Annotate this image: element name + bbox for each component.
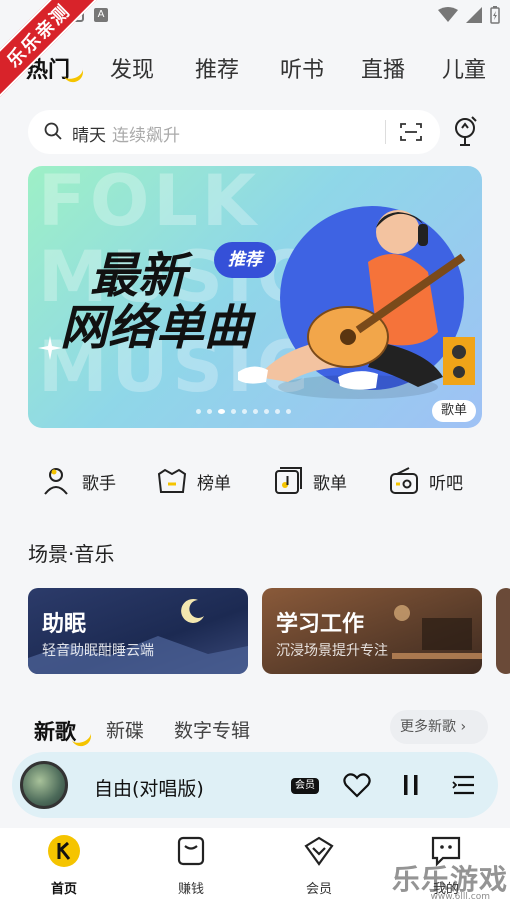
tab-kids[interactable]: 儿童 [442,52,486,84]
tab-new-songs[interactable]: 新歌 [34,716,76,746]
search-icon [44,122,62,140]
scene-card-title: 学习工作 [276,612,365,637]
banner-carousel[interactable]: FOLK MUSIC MUSIC 最新 推荐 网络单曲 歌单 [28,166,482,428]
wifi-icon [438,7,458,22]
nav-vip[interactable]: 会员 [289,834,349,897]
tab-recommend[interactable]: 推荐 [195,52,239,84]
sparkle-icon [38,336,62,360]
scene-card-next[interactable] [496,588,510,674]
scene-card-title: 助眠 [42,612,87,637]
pause-icon[interactable] [402,773,420,797]
a-notification-icon: A [94,8,108,22]
tab-live[interactable]: 直播 [361,52,405,84]
playlist-icon [275,467,302,494]
carousel-dot [253,409,258,414]
carousel-dot [286,409,291,414]
nav-label: 会员 [305,882,332,897]
tab-discover[interactable]: 发现 [110,52,154,84]
playlist-queue-icon[interactable] [452,774,476,796]
watermark-site-url: www.6lll.com [430,892,490,902]
guitar-player-illustration [238,210,475,399]
scene-card-sleep[interactable]: 助眠 轻音助眠酣睡云端 [28,588,248,674]
quick-nav-label: 听吧 [429,473,463,494]
home-icon [48,835,80,867]
search-hint: 连续飙升 [112,126,180,146]
tab-new-albums[interactable]: 新碟 [106,716,144,743]
vip-icon [304,836,334,866]
carousel-dot-active [218,409,225,414]
search-query: 晴天 [72,126,106,146]
vip-badge: 会员 [291,778,319,794]
quick-nav-radio[interactable]: 听吧 [389,466,463,496]
quick-nav: 歌手 榜单 歌单 听吧 [0,466,510,502]
scene-card-subtitle: 沉浸场景提升专注 [276,643,388,659]
singer-icon [44,468,68,495]
scene-card-work[interactable]: 学习工作 沉浸场景提升专注 [262,588,482,674]
carousel-dot [196,409,201,414]
quick-nav-playlist[interactable]: 歌单 [273,466,347,496]
signal-icon [466,7,482,23]
earn-icon [177,836,205,866]
tab-audiobook[interactable]: 听书 [280,52,324,84]
scan-icon[interactable] [400,122,422,142]
carousel-dot [207,409,212,414]
quick-nav-label: 歌手 [82,473,116,494]
album-cover[interactable] [20,761,68,809]
mini-player[interactable]: 自由(对唱版) 会员 [12,752,498,818]
banner-title-line2: 网络单曲 [60,300,253,356]
chevron-right-icon: › [460,719,467,735]
carousel-dot [242,409,247,414]
more-new-songs-label: 更多新歌 [400,719,456,735]
now-playing-title: 自由(对唱版) [94,778,204,800]
nav-label: 赚钱 [177,882,204,897]
carousel-dot [275,409,280,414]
banner-tag: 歌单 [432,400,476,422]
top-tabs: 热门 发现 推荐 听书 直播 儿童 [0,48,510,88]
tab-digital-albums[interactable]: 数字专辑 [174,716,250,743]
radio-icon [390,467,418,494]
quick-nav-singer[interactable]: 歌手 [42,466,116,496]
search-divider [385,120,386,144]
scene-card-subtitle: 轻音助眠酣睡云端 [42,643,154,659]
heart-icon[interactable] [343,772,371,798]
quick-nav-label: 榜单 [197,473,231,494]
nav-earn[interactable]: 赚钱 [161,834,221,897]
moon-icon [181,598,204,623]
carousel-dots [196,409,291,414]
banner-badge: 推荐 [214,242,276,278]
search-input[interactable]: 晴天 连续飙升 [72,121,180,146]
chart-icon [157,468,187,493]
nav-home[interactable]: 首页 [34,834,94,897]
carousel-dot [264,409,269,414]
battery-icon [490,6,500,24]
section-title-scene: 场景·音乐 [28,542,115,566]
carousel-dot [231,409,236,414]
status-icons-right [438,6,500,24]
quick-nav-label: 歌单 [313,473,347,494]
desk-art [392,605,482,659]
more-new-songs-button[interactable]: 更多新歌 › [390,710,488,744]
search-bar[interactable]: 晴天 连续飙升 [28,110,440,154]
nav-label: 首页 [50,882,77,897]
quick-nav-chart[interactable]: 榜单 [157,466,231,496]
music-recognition-icon[interactable] [452,115,480,147]
